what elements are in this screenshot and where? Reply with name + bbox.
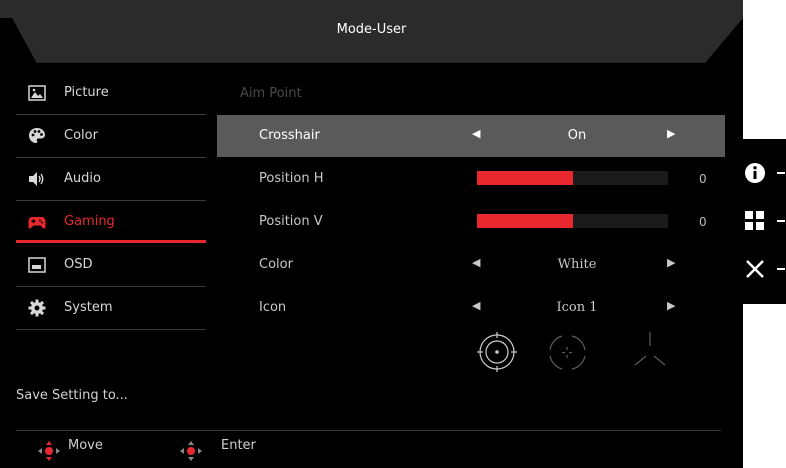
position-h-value: 0 [699, 172, 707, 186]
menu-grid-icon [745, 211, 764, 230]
hotkey-dash [777, 172, 785, 174]
crosshair-value: On [567, 128, 587, 143]
icon-label: Icon [259, 300, 287, 315]
position-v-slider[interactable] [477, 214, 668, 228]
sidebar-item-osd[interactable]: OSD [16, 244, 206, 286]
sidebar-item-color[interactable]: Color [16, 115, 206, 157]
position-h-row[interactable]: Position H 0 [217, 158, 725, 200]
page-title: Mode-User [336, 22, 407, 37]
gear-icon [28, 299, 46, 317]
left-arrow-icon[interactable]: ◀ [472, 256, 480, 269]
left-arrow-icon[interactable]: ◀ [472, 127, 480, 140]
color-label: Color [259, 257, 293, 272]
footer-divider [16, 430, 721, 431]
palette-icon [29, 128, 45, 143]
gamepad-icon [28, 217, 46, 229]
speaker-icon [29, 172, 44, 186]
footer-enter-label: Enter [221, 438, 256, 453]
crosshair-2-icon [549, 335, 586, 370]
sidebar-item-label: Audio [64, 171, 101, 186]
slider-fill [477, 214, 573, 228]
active-indicator [16, 240, 206, 243]
position-h-label: Position H [259, 171, 324, 186]
icon-row[interactable]: Icon ◀ Icon 1 ▶ [217, 287, 725, 329]
icon-value: Icon 1 [556, 300, 598, 315]
right-arrow-icon[interactable]: ▶ [667, 299, 675, 312]
sidebar-divider [16, 329, 206, 330]
footer-move-label: Move [68, 438, 103, 453]
hotkey-close[interactable] [743, 249, 786, 289]
sidebar-item-label: Picture [64, 85, 109, 100]
hotkey-menu[interactable] [743, 201, 786, 241]
sidebar-item-label: OSD [64, 257, 93, 272]
sidebar-item-label: Gaming [64, 214, 115, 229]
color-value: White [557, 257, 597, 272]
picture-icon [28, 85, 46, 101]
position-v-label: Position V [259, 214, 323, 229]
color-row[interactable]: Color ◀ White ▶ [217, 244, 725, 286]
close-icon [746, 260, 764, 278]
osd-icon [28, 257, 46, 273]
slider-fill [477, 171, 573, 185]
sidebar-item-label: Color [64, 128, 98, 143]
hotkey-info[interactable] [743, 153, 786, 193]
joystick-move-icon [38, 441, 60, 461]
header: Mode-User [0, 0, 743, 68]
position-h-slider[interactable] [477, 171, 668, 185]
left-arrow-icon[interactable]: ◀ [472, 299, 480, 312]
sidebar-item-label: System [64, 300, 113, 315]
sidebar-item-audio[interactable]: Audio [16, 158, 206, 200]
crosshair-icon-set [477, 332, 666, 372]
sidebar-item-picture[interactable]: Picture [16, 72, 206, 114]
sidebar-item-system[interactable]: System [16, 287, 206, 329]
position-v-value: 0 [699, 215, 707, 229]
right-arrow-icon[interactable]: ▶ [667, 127, 675, 140]
crosshair-label: Crosshair [259, 128, 320, 143]
position-v-row[interactable]: Position V 0 [217, 201, 725, 243]
crosshair-1-icon [477, 332, 517, 372]
right-arrow-icon[interactable]: ▶ [667, 256, 675, 269]
hotkey-dash [777, 220, 785, 222]
info-icon [745, 163, 765, 183]
section-title: Aim Point [240, 86, 302, 101]
joystick-enter-icon [180, 441, 202, 461]
osd-window: Mode-User Picture Color Audio Gaming OSD… [0, 0, 743, 468]
sidebar-item-gaming[interactable]: Gaming [16, 201, 206, 243]
hotkey-dash [777, 268, 785, 270]
hotkey-panel [735, 139, 786, 304]
save-setting-button[interactable]: Save Setting to... [16, 388, 128, 403]
crosshair-3-icon [634, 332, 666, 366]
crosshair-row[interactable]: Crosshair ◀ On ▶ [217, 115, 725, 157]
